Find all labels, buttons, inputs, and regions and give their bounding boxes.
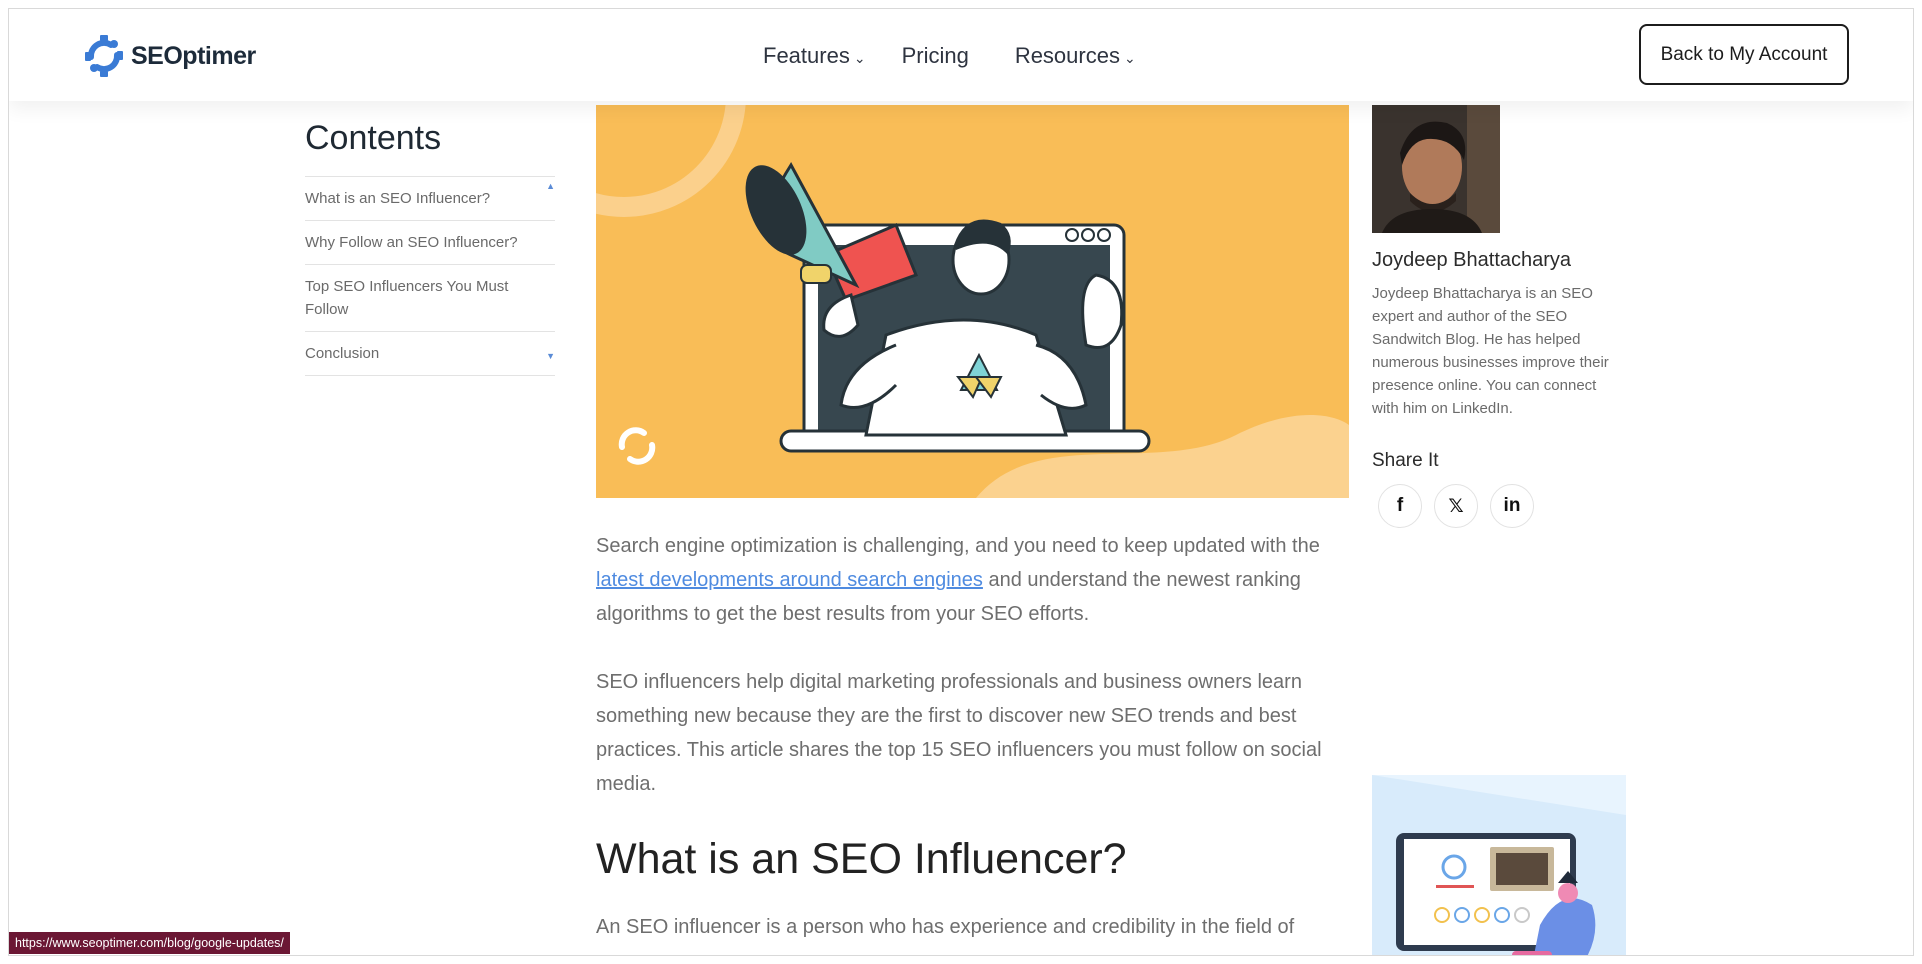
table-of-contents: Contents What is an SEO Influencer? Why … <box>305 119 555 376</box>
intro-text-start: Search engine optimization is challengin… <box>596 535 1320 557</box>
logo[interactable]: SEOptimer <box>81 33 256 79</box>
nav-features-label: Features <box>763 43 850 68</box>
logo-text: SEOptimer <box>131 41 256 70</box>
hero-illustration <box>596 105 1349 498</box>
author-card: Joydeep Bhattacharya Joydeep Bhattachary… <box>1372 105 1617 528</box>
section-heading-what-is: What is an SEO Influencer? <box>596 835 1127 883</box>
toc-list: What is an SEO Influencer? Why Follow an… <box>305 176 555 376</box>
megaphone-illustration <box>596 105 1349 498</box>
facebook-icon: f <box>1396 495 1404 516</box>
toc-item-top-influencers[interactable]: Top SEO Influencers You Must Follow <box>305 264 555 331</box>
linkedin-share-button[interactable]: in <box>1490 484 1534 528</box>
toc-title: Contents <box>305 119 442 157</box>
main-nav: Features ⌄ Pricing Resources ⌄ <box>763 43 1136 69</box>
scroll-down-arrow-icon[interactable]: ▼ <box>546 351 555 361</box>
nav-features[interactable]: Features ⌄ <box>763 43 866 69</box>
x-icon: 𝕏 <box>1448 495 1464 517</box>
browser-viewport: SEOptimer Features ⌄ Pricing Resources ⌄… <box>8 8 1914 956</box>
nav-resources-label: Resources <box>1014 43 1120 68</box>
share-title: Share It <box>1372 450 1439 471</box>
linkedin-icon: in <box>1503 495 1521 516</box>
nav-resources[interactable]: Resources ⌄ <box>1015 43 1136 69</box>
toc-item-why-follow[interactable]: Why Follow an SEO Influencer? <box>305 220 555 264</box>
share-buttons: f 𝕏 in <box>1372 484 1617 528</box>
third-paragraph: An SEO influencer is a person who has ex… <box>596 916 1295 938</box>
second-paragraph: SEO influencers help digital marketing p… <box>596 671 1322 795</box>
seoptimer-logo-icon <box>85 35 123 77</box>
author-avatar <box>1372 105 1500 233</box>
status-bar-url: https://www.seoptimer.com/blog/google-up… <box>9 932 290 954</box>
scroll-up-arrow-icon[interactable]: ▲ <box>546 181 555 191</box>
promo-banner[interactable] <box>1372 775 1626 955</box>
author-name: Joydeep Bhattacharya <box>1372 249 1572 271</box>
site-header: SEOptimer Features ⌄ Pricing Resources ⌄… <box>9 9 1913 101</box>
back-to-account-button[interactable]: Back to My Account <box>1639 24 1849 85</box>
nav-pricing-label: Pricing <box>901 43 969 68</box>
facebook-share-button[interactable]: f <box>1378 484 1422 528</box>
article-body: Search engine optimization is challengin… <box>596 529 1356 955</box>
nav-pricing[interactable]: Pricing <box>902 43 969 69</box>
author-bio: Joydeep Bhattacharya is an SEO expert an… <box>1372 285 1609 417</box>
toc-item-what-is[interactable]: What is an SEO Influencer? <box>305 176 555 220</box>
chevron-down-icon: ⌄ <box>853 49 866 66</box>
latest-developments-link[interactable]: latest developments around search engine… <box>596 569 983 591</box>
x-share-button[interactable]: 𝕏 <box>1434 484 1478 528</box>
author-photo <box>1372 105 1500 233</box>
chevron-down-icon: ⌄ <box>1123 49 1136 66</box>
seo-audit-dashboard-illustration <box>1372 775 1626 955</box>
toc-item-conclusion[interactable]: Conclusion <box>305 331 555 375</box>
intro-paragraph: Search engine optimization is challengin… <box>596 529 1356 631</box>
